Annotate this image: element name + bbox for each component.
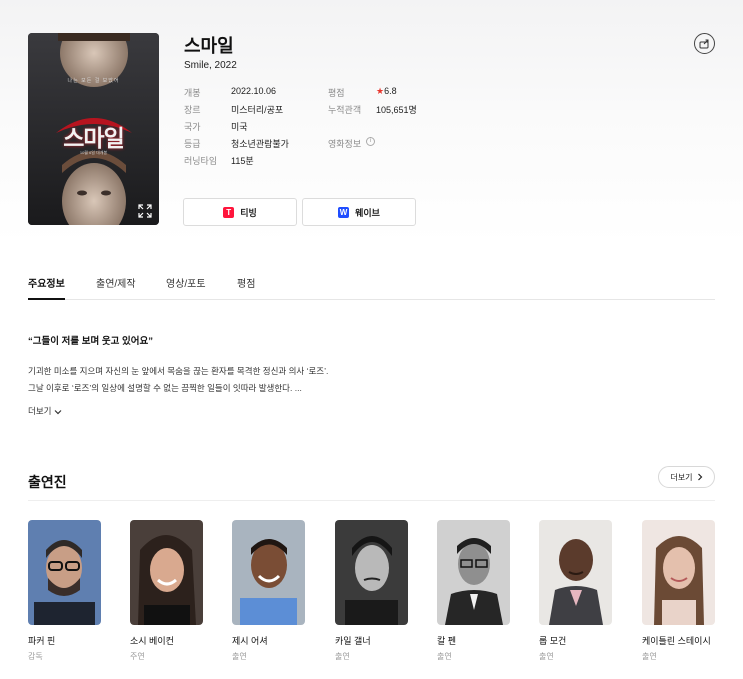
- movie-poster[interactable]: 나는 모든 걸 보았어 스마일 10월 6일 대개봉: [28, 33, 159, 225]
- cast-card[interactable]: 칼 펜 출연: [437, 520, 510, 662]
- tab-bar: 주요정보 출연/제작 영상/포토 평점: [28, 264, 715, 300]
- poster-release-text: 10월 6일 대개봉: [79, 150, 108, 155]
- movie-info-label[interactable]: 영화정보: [328, 137, 361, 150]
- star-icon: ★: [376, 86, 385, 96]
- tving-icon: T: [223, 206, 235, 218]
- cast-photo: [642, 520, 715, 625]
- runtime-label: 러닝타임: [184, 156, 218, 166]
- wavve-label: 웨이브: [355, 207, 380, 218]
- cast-section-title: 출연진: [28, 474, 67, 490]
- summary-more-label: 더보기: [28, 406, 52, 416]
- cast-role: 감독: [28, 652, 43, 661]
- wavve-icon: W: [338, 206, 350, 218]
- cast-role: 출연: [642, 652, 657, 661]
- grade-label: 등급: [184, 139, 201, 149]
- synopsis-line-1: 기괴한 미소를 지으며 자신의 눈 앞에서 목숨을 끊는 환자를 목격한 정신과…: [28, 366, 329, 376]
- cast-card[interactable]: 소시 베이컨 주연: [130, 520, 203, 662]
- cast-card[interactable]: 카일 갤너 출연: [335, 520, 408, 662]
- movie-title: 스마일: [184, 36, 234, 56]
- audience-label: 누적관객: [328, 105, 362, 115]
- cast-name: 카일 갤너: [335, 636, 371, 646]
- release-value: 2022.10.06: [231, 86, 277, 96]
- cast-card[interactable]: 케이틀린 스테이시 출연: [642, 520, 715, 662]
- tving-button[interactable]: T 티빙: [183, 198, 297, 226]
- info-icon[interactable]: i: [366, 137, 375, 146]
- cast-name: 케이틀린 스테이시: [642, 636, 711, 646]
- chevron-down-icon: [55, 409, 62, 415]
- cast-card[interactable]: 파커 핀 감독: [28, 520, 101, 662]
- cast-name: 파커 핀: [28, 636, 56, 646]
- cast-photo: [437, 520, 510, 625]
- tab-rating[interactable]: 평점: [237, 275, 255, 290]
- expand-icon[interactable]: [138, 204, 152, 218]
- cast-card[interactable]: 제시 어셔 출연: [232, 520, 305, 662]
- cast-name: 롭 모건: [539, 636, 567, 646]
- runtime-value: 115분: [231, 156, 254, 166]
- cast-role: 출연: [232, 652, 247, 661]
- country-value: 미국: [231, 122, 248, 132]
- poster-tagline: 나는 모든 걸 보았어: [67, 78, 120, 84]
- tving-label: 티빙: [240, 207, 257, 218]
- cast-card[interactable]: 롭 모건 출연: [539, 520, 612, 662]
- cast-name: 제시 어셔: [232, 636, 268, 646]
- audience-value: 105,651명: [376, 105, 417, 115]
- rating-value: ★6.8: [376, 86, 397, 97]
- grade-value: 청소년관람불가: [231, 139, 289, 149]
- genre-label: 장르: [184, 105, 201, 115]
- synopsis-line-2: 그날 이후로 ‘로즈’의 일상에 설명할 수 없는 끔찍한 일들이 잇따라 발생…: [28, 383, 302, 393]
- cast-role: 출연: [539, 652, 554, 661]
- share-icon: [699, 39, 709, 49]
- country-label: 국가: [184, 122, 201, 132]
- cast-role: 출연: [335, 652, 350, 661]
- cast-photo: [335, 520, 408, 625]
- cast-role: 주연: [130, 652, 145, 661]
- movie-subtitle: Smile, 2022: [184, 60, 237, 71]
- tab-video-photo[interactable]: 영상/포토: [166, 275, 206, 290]
- wavve-button[interactable]: W 웨이브: [302, 198, 416, 226]
- release-label: 개봉: [184, 88, 201, 98]
- cast-photo: [232, 520, 305, 625]
- active-tab-indicator: [28, 298, 65, 300]
- tab-main-info[interactable]: 주요정보: [28, 275, 65, 290]
- share-button[interactable]: [694, 33, 715, 54]
- cast-photo: [130, 520, 203, 625]
- cast-more-label: 더보기: [670, 472, 693, 482]
- tab-cast-crew[interactable]: 출연/제작: [96, 275, 136, 290]
- cast-photo: [28, 520, 101, 625]
- rating-label: 평점: [328, 88, 345, 98]
- cast-photo: [539, 520, 612, 625]
- cast-divider: [28, 500, 715, 501]
- poster-title: 스마일: [63, 125, 124, 151]
- cast-name: 칼 펜: [437, 636, 457, 646]
- chevron-right-icon: [697, 473, 702, 481]
- cast-more-button[interactable]: 더보기: [658, 466, 715, 488]
- summary-more-button[interactable]: 더보기: [28, 405, 62, 417]
- rating-number: 6.8: [384, 86, 397, 96]
- cast-role: 출연: [437, 652, 452, 661]
- cast-name: 소시 베이컨: [130, 636, 174, 646]
- genre-value: 미스터리/공포: [231, 105, 284, 115]
- summary-quote: “그들이 저를 보며 웃고 있어요”: [28, 336, 153, 347]
